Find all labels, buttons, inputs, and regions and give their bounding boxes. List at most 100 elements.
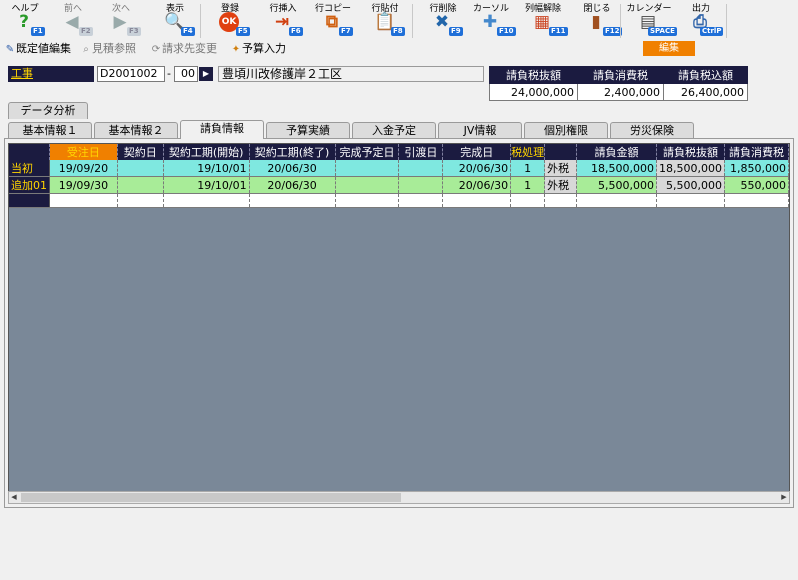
table-cell[interactable]: [544, 193, 578, 208]
toolbar-button[interactable]: 登録 OK F5: [205, 0, 255, 40]
column-header[interactable]: 完成日: [442, 144, 512, 160]
summary-table: 請負税抜額 請負消費税 請負税込額 24,000,000 2,400,000 2…: [489, 66, 748, 101]
table-cell[interactable]: [656, 193, 725, 208]
column-header[interactable]: 税処理: [510, 144, 546, 160]
default-edit-button[interactable]: ✎ 既定値編集: [4, 41, 71, 56]
column-header[interactable]: 受注日: [49, 144, 118, 160]
tab-1[interactable]: 基本情報１: [8, 122, 92, 139]
table-cell[interactable]: 外税: [544, 176, 578, 194]
table-row-empty[interactable]: [9, 193, 789, 208]
table-cell[interactable]: 1: [510, 176, 546, 194]
tab-5[interactable]: 入金予定: [352, 122, 436, 139]
column-header[interactable]: 請負消費税: [724, 144, 789, 160]
tab-3[interactable]: 請負情報: [180, 120, 264, 139]
toolbar-button[interactable]: 行挿入 ⇥ F6: [258, 0, 308, 40]
project-nav-button[interactable]: ▶: [199, 67, 213, 81]
toolbar-button[interactable]: 表示 🔍 F4: [150, 0, 200, 40]
table-cell[interactable]: [163, 193, 250, 208]
project-name: 豊頃川改修護岸２工区: [218, 66, 484, 82]
table-cell[interactable]: 20/06/30: [442, 160, 512, 177]
table-cell[interactable]: 1,850,000: [724, 160, 789, 177]
tab-7[interactable]: 個別権限: [524, 122, 608, 139]
row-header: 当初: [9, 160, 50, 177]
table-cell[interactable]: 5,500,000: [576, 176, 657, 194]
toolbar-button[interactable]: 行コピー ⧉ F7: [308, 0, 358, 40]
column-header[interactable]: [544, 144, 578, 160]
branch-field[interactable]: 00: [174, 66, 198, 82]
toolbar-button[interactable]: 行貼付 📋 F8: [360, 0, 410, 40]
table-cell[interactable]: [117, 193, 164, 208]
summary-value: 26,400,000: [663, 83, 748, 101]
scroll-right-icon[interactable]: ▶: [779, 492, 789, 503]
column-header[interactable]: 完成予定日: [335, 144, 400, 160]
table-cell[interactable]: 550,000: [724, 176, 789, 194]
table-cell[interactable]: [249, 193, 336, 208]
function-key-badge: F1: [31, 27, 45, 36]
table-cell[interactable]: 1: [510, 160, 546, 177]
table-cell[interactable]: 5,500,000: [656, 176, 725, 194]
table-cell[interactable]: [576, 193, 657, 208]
table-cell[interactable]: 19/09/30: [49, 176, 118, 194]
column-header[interactable]: 契約工期(開始): [163, 144, 250, 160]
table-cell[interactable]: [398, 176, 444, 194]
table-cell[interactable]: 20/06/30: [249, 176, 336, 194]
table-cell[interactable]: 19/10/01: [163, 176, 250, 194]
column-header[interactable]: 契約工期(終了): [249, 144, 336, 160]
toolbar-separator: [412, 4, 413, 38]
table-row[interactable]: 追加01 19/09/30 19/10/01 20/06/30 20/06/30 1 外税 5…: [9, 176, 789, 194]
estimate-ref-button[interactable]: ⌕ 見積参照: [80, 41, 136, 56]
table-row[interactable]: 当初 19/09/20 19/10/01 20/06/30 20/06/30 1 外税 18,…: [9, 160, 789, 177]
table-cell[interactable]: 18,500,000: [576, 160, 657, 177]
toolbar-button[interactable]: 列幅解除 ▦ F11: [518, 0, 568, 40]
table-cell[interactable]: [335, 176, 400, 194]
tab-6[interactable]: JV情報: [438, 122, 522, 139]
table-cell[interactable]: [398, 193, 444, 208]
column-header[interactable]: 契約日: [117, 144, 164, 160]
horizontal-scrollbar[interactable]: ◀ ▶: [8, 491, 790, 504]
function-key-badge: F3: [127, 27, 141, 36]
toolbar-button[interactable]: カレンダー ▤ SPACE: [624, 0, 677, 40]
tab-4[interactable]: 予算実績: [266, 122, 350, 139]
toolbar-button[interactable]: 前へ ◀ F2: [48, 0, 98, 40]
column-header[interactable]: 請負金額: [576, 144, 657, 160]
table-cell[interactable]: [398, 160, 444, 177]
table-cell[interactable]: [442, 193, 512, 208]
table-cell[interactable]: [724, 193, 789, 208]
contract-grid[interactable]: 受注日 契約日 契約工期(開始) 契約工期(終了) 完成予定日 引渡日 完成日 税処理 請負金額…: [8, 143, 790, 504]
toolbar-separator: [620, 4, 621, 38]
table-cell[interactable]: [335, 160, 400, 177]
scroll-left-icon[interactable]: ◀: [9, 492, 19, 503]
table-cell[interactable]: 19/10/01: [163, 160, 250, 177]
column-header[interactable]: 引渡日: [398, 144, 444, 160]
table-cell[interactable]: 19/09/20: [49, 160, 118, 177]
table-cell[interactable]: [117, 160, 164, 177]
scroll-thumb[interactable]: [21, 493, 401, 502]
tab-2[interactable]: 基本情報２: [94, 122, 178, 139]
project-code-field[interactable]: D2001002: [97, 66, 165, 82]
table-cell[interactable]: 20/06/30: [249, 160, 336, 177]
toolbar-button[interactable]: 閉じる ▮ F12: [572, 0, 622, 40]
table-cell[interactable]: 外税: [544, 160, 578, 177]
table-cell[interactable]: [510, 193, 546, 208]
toolbar-button[interactable]: 行削除 ✖ F9: [418, 0, 468, 40]
column-header[interactable]: 請負税抜額: [656, 144, 725, 160]
toolbar-button[interactable]: 出力 ⎙ CtrlP: [676, 0, 726, 40]
table-cell[interactable]: 20/06/30: [442, 176, 512, 194]
tab-data-analysis[interactable]: データ分析: [8, 102, 88, 119]
table-cell[interactable]: 18,500,000: [656, 160, 725, 177]
summary-header: 請負税抜額: [489, 66, 578, 84]
toolbar-button[interactable]: カーソル ✚ F10: [466, 0, 516, 40]
budget-input-button[interactable]: ✦ 予算入力: [230, 41, 286, 56]
billing-change-button[interactable]: ⟳ 請求先変更: [150, 41, 217, 56]
edit-icon: ✎: [5, 44, 15, 55]
table-cell[interactable]: [49, 193, 118, 208]
toolbar: ヘルプ? F1 前へ ◀ F2 次へ ▶ F3 表示 🔍 F4 登録 OK F5 行挿入 ⇥ F6 行コピー ⧉ F7…: [0, 0, 798, 40]
edit-button[interactable]: 編集: [643, 41, 695, 56]
function-key-badge: F4: [181, 27, 195, 36]
toolbar-button[interactable]: 次へ ▶ F3: [96, 0, 146, 40]
project-label[interactable]: 工事: [8, 66, 94, 82]
table-cell[interactable]: [117, 176, 164, 194]
tab-8[interactable]: 労災保険: [610, 122, 694, 139]
toolbar-button[interactable]: ヘルプ? F1: [0, 0, 50, 40]
table-cell[interactable]: [335, 193, 400, 208]
